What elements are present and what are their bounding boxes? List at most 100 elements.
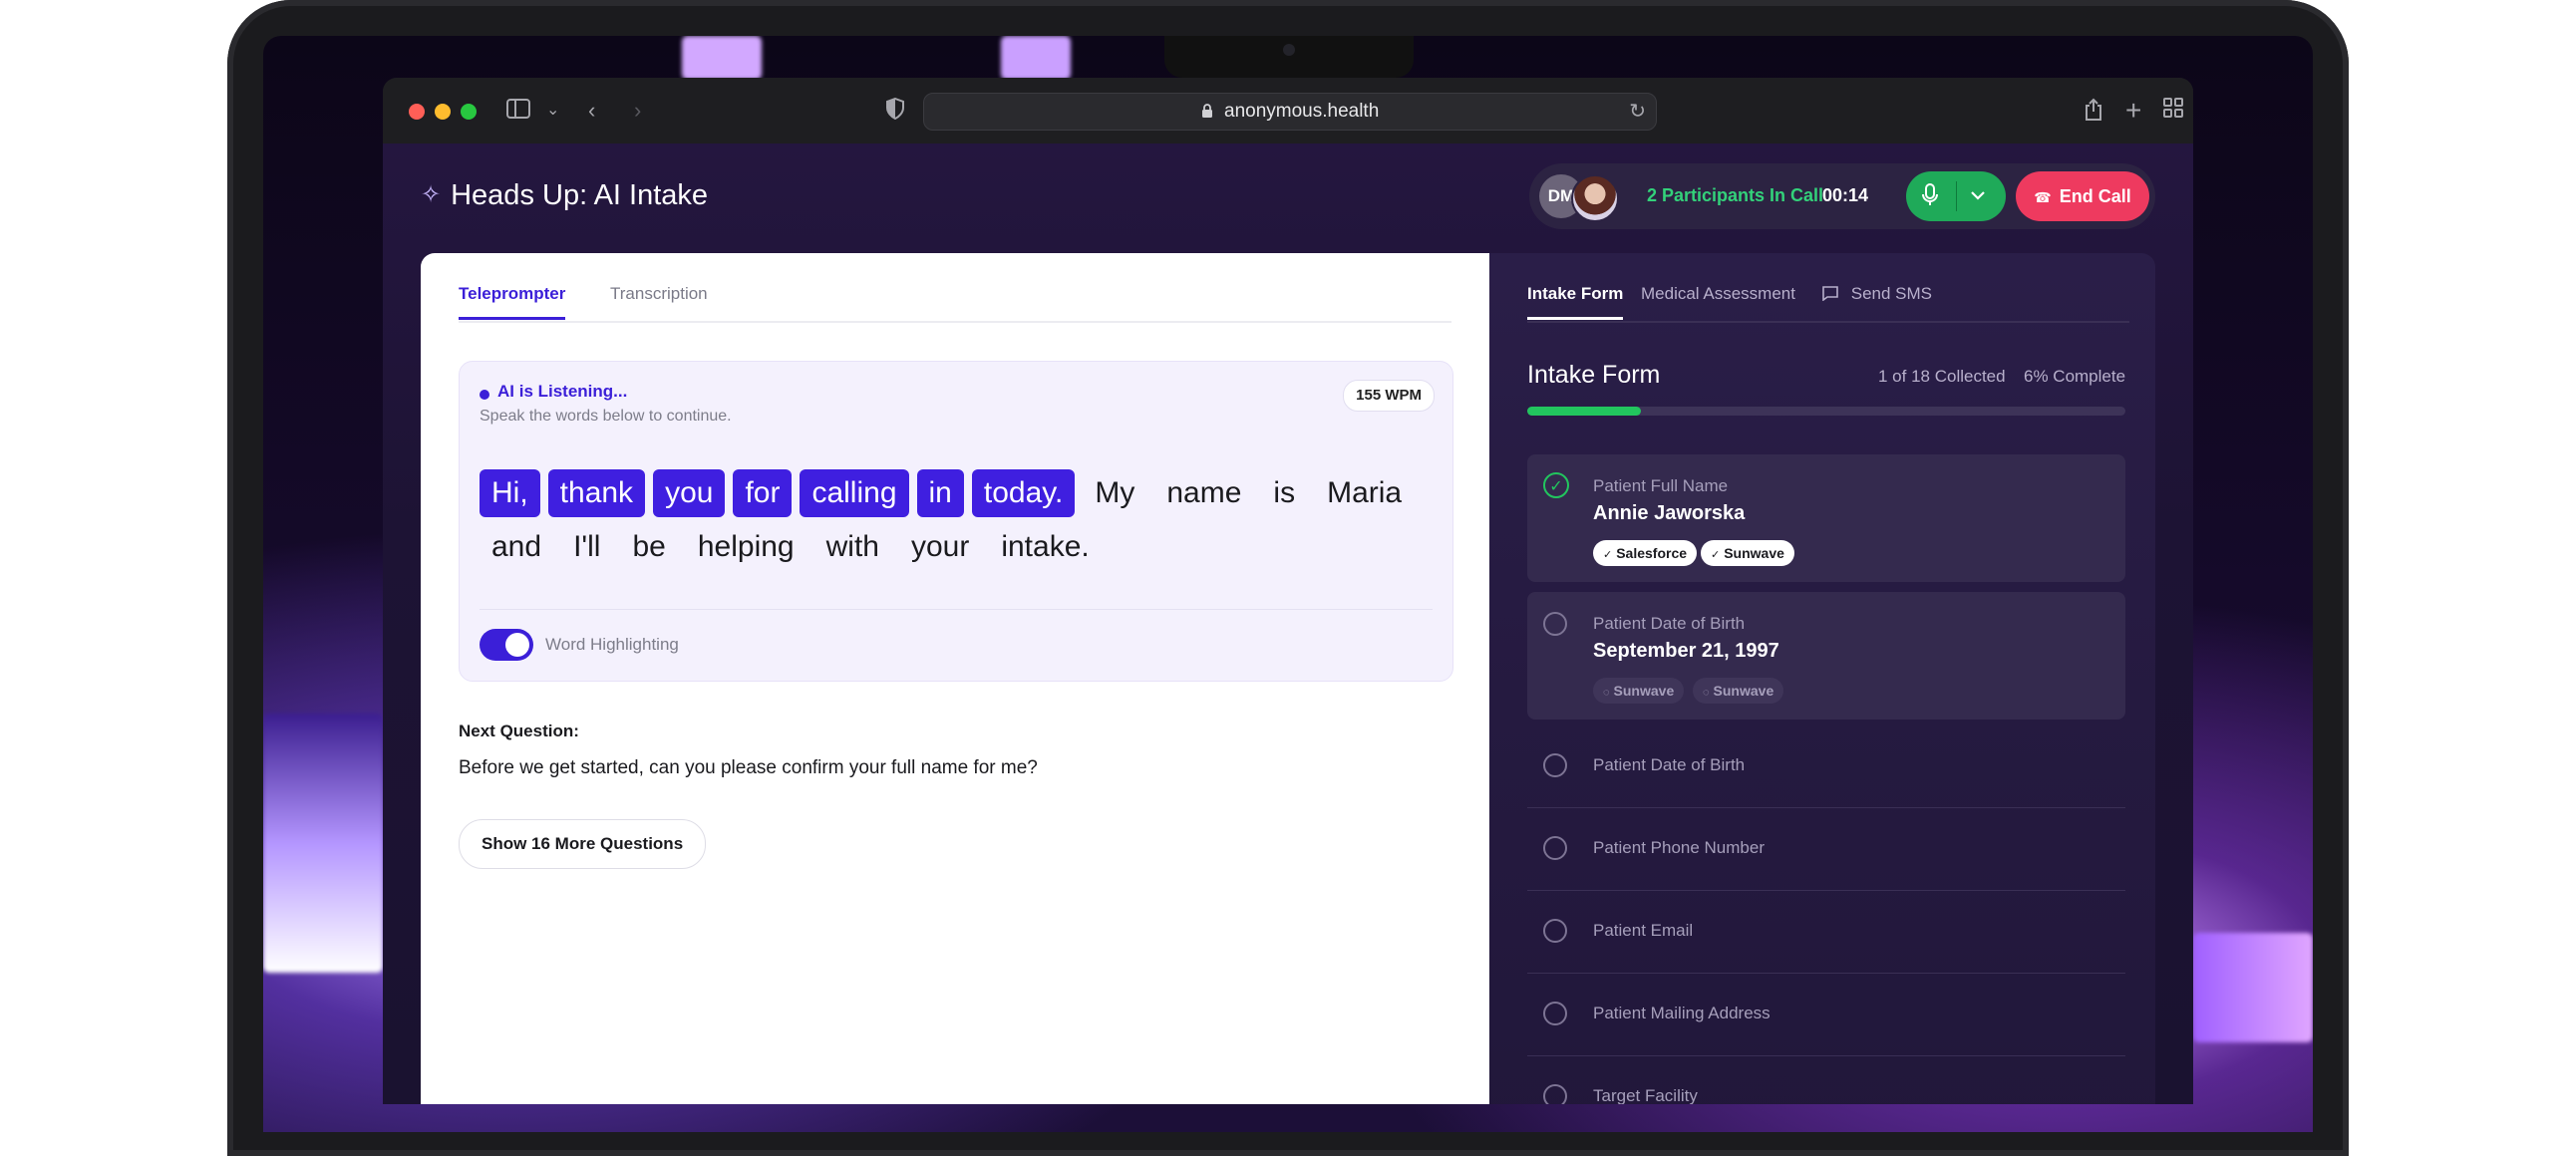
teleprompter-word: your bbox=[910, 530, 970, 563]
teleprompter-word: calling bbox=[800, 469, 909, 517]
chip-label: Sunwave bbox=[1724, 545, 1784, 561]
call-timer: 00:14 bbox=[1822, 185, 1869, 205]
message-icon bbox=[1822, 284, 1851, 303]
field-label: Patient Full Name bbox=[1593, 476, 1729, 495]
minimize-window-button[interactable] bbox=[435, 104, 451, 120]
complete-percent: 6% Complete bbox=[2024, 367, 2126, 386]
chevron-down-icon[interactable] bbox=[1970, 183, 1986, 214]
teleprompter-word: with bbox=[825, 530, 879, 563]
pending-circle-icon bbox=[1543, 836, 1567, 860]
progress-fill bbox=[1527, 407, 1641, 416]
teleprompter-word: thank bbox=[547, 469, 646, 517]
close-window-button[interactable] bbox=[409, 104, 425, 120]
url-text: anonymous.health bbox=[1224, 101, 1380, 122]
left-tabs: Teleprompter Transcription bbox=[459, 279, 1451, 323]
tab-teleprompter[interactable]: Teleprompter bbox=[459, 279, 566, 320]
field-row[interactable]: Patient Phone Number bbox=[1527, 808, 2125, 891]
word-highlighting-toggle[interactable] bbox=[480, 629, 533, 661]
teleprompter-word: for bbox=[733, 469, 793, 517]
end-call-label: End Call bbox=[2059, 186, 2131, 206]
teleprompter-panel: AI is Listening... Speak the words below… bbox=[459, 361, 1453, 682]
teleprompter-word: be bbox=[632, 530, 666, 563]
sidebar-icon[interactable] bbox=[506, 98, 530, 126]
wallpaper-glow bbox=[682, 36, 762, 80]
listening-status: AI is Listening... bbox=[497, 382, 628, 401]
teleprompter-word: I'll bbox=[573, 530, 601, 563]
field-label: Patient Date of Birth bbox=[1593, 755, 1746, 774]
collected-count: 1 of 18 Collected bbox=[1878, 367, 2006, 386]
field-label: Patient Phone Number bbox=[1593, 838, 1765, 857]
pending-circle-icon bbox=[1543, 1084, 1567, 1104]
field-label: Patient Date of Birth bbox=[1593, 614, 1746, 633]
teleprompter-word: Maria bbox=[1327, 476, 1403, 509]
wallpaper-glow bbox=[263, 714, 383, 973]
browser-window: ⌄ ‹ › anonymous.health ↻ + ✧ Heads Up: AI… bbox=[383, 78, 2193, 1104]
browser-toolbar: ⌄ ‹ › anonymous.health ↻ + bbox=[383, 78, 2193, 144]
call-controls: DM 2 Participants In Call 00:14 ☎ End Cal… bbox=[1529, 163, 2155, 229]
maximize-window-button[interactable] bbox=[461, 104, 477, 120]
field-row[interactable]: Patient Date of Birth bbox=[1527, 725, 2125, 808]
chip-label: Salesforce bbox=[1616, 545, 1688, 561]
teleprompter-word: in bbox=[916, 469, 964, 517]
page-title-text: Heads Up: AI Intake bbox=[451, 179, 709, 211]
field-card-date-of-birth[interactable]: Patient Date of Birth September 21, 1997… bbox=[1527, 592, 2125, 720]
tab-intake-form[interactable]: Intake Form bbox=[1527, 279, 1624, 320]
teleprompter-word: name bbox=[1166, 476, 1242, 509]
share-icon[interactable] bbox=[2084, 98, 2103, 128]
field-label: Patient Mailing Address bbox=[1593, 1004, 1771, 1022]
address-bar[interactable]: anonymous.health ↻ bbox=[923, 93, 1657, 131]
teleprompter-word: helping bbox=[697, 530, 795, 563]
field-row[interactable]: Target Facility bbox=[1527, 1056, 2125, 1104]
tab-transcription[interactable]: Transcription bbox=[610, 279, 708, 309]
source-chip: ✓ Salesforce bbox=[1593, 540, 1698, 566]
participants-count: 2 Participants In Call bbox=[1647, 185, 1824, 205]
teleprompter-word: you bbox=[653, 469, 726, 517]
app-container: ✧ Heads Up: AI Intake DM 2 Participants I… bbox=[383, 144, 2193, 1104]
tab-send-sms[interactable]: Send SMS bbox=[1822, 279, 1932, 309]
wpm-badge: 155 WPM bbox=[1343, 380, 1435, 412]
teleprompter-word: Hi, bbox=[480, 469, 540, 517]
source-chip: ✓ Sunwave bbox=[1701, 540, 1794, 566]
wallpaper-glow bbox=[1001, 36, 1071, 80]
pending-circle-icon bbox=[1543, 612, 1567, 636]
reload-icon[interactable]: ↻ bbox=[1629, 94, 1646, 130]
forward-arrow-icon[interactable]: › bbox=[634, 98, 641, 124]
tab-send-sms-label: Send SMS bbox=[1850, 284, 1932, 303]
page-title: ✧ Heads Up: AI Intake bbox=[421, 175, 708, 215]
microphone-button[interactable] bbox=[1906, 171, 2006, 221]
check-icon: ✓ bbox=[1603, 549, 1613, 561]
camera-icon bbox=[1283, 44, 1295, 56]
field-label: Patient Email bbox=[1593, 921, 1694, 940]
field-row[interactable]: Patient Mailing Address bbox=[1527, 974, 2125, 1056]
microphone-icon[interactable] bbox=[1922, 183, 1938, 214]
field-value: Annie Jaworska bbox=[1593, 502, 1746, 524]
pending-circle-icon bbox=[1543, 753, 1567, 777]
phone-hangup-icon: ☎ bbox=[2034, 189, 2052, 205]
loading-icon: ◌ bbox=[1603, 687, 1610, 699]
privacy-shield-icon[interactable] bbox=[885, 97, 905, 126]
show-more-questions-button[interactable]: Show 16 More Questions bbox=[459, 819, 707, 869]
teleprompter-words: Hi, thank you for calling in today. My name is Mar… bbox=[480, 469, 1437, 577]
back-arrow-icon[interactable]: ‹ bbox=[588, 98, 595, 124]
chip-label: Sunwave bbox=[1613, 683, 1675, 699]
tab-overview-icon[interactable] bbox=[2163, 98, 2183, 124]
checkmark-icon: ✓ bbox=[1543, 472, 1569, 498]
tab-medical-assessment[interactable]: Medical Assessment bbox=[1641, 279, 1795, 309]
source-chip: ◌ Sunwave bbox=[1593, 678, 1685, 704]
teleprompter-hint: Speak the words below to continue. bbox=[480, 408, 732, 425]
lock-icon bbox=[1201, 101, 1224, 122]
check-icon: ✓ bbox=[1711, 549, 1721, 561]
camera-notch bbox=[1164, 36, 1414, 78]
field-card-full-name[interactable]: ✓ Patient Full Name Annie Jaworska ✓ Sale… bbox=[1527, 454, 2125, 582]
intake-panel: Intake Form Medical Assessment Send SMS … bbox=[1489, 253, 2155, 1104]
end-call-button[interactable]: ☎ End Call bbox=[2016, 171, 2149, 221]
wallpaper-glow bbox=[2193, 933, 2313, 1042]
chevron-down-icon[interactable]: ⌄ bbox=[546, 98, 559, 124]
sparkle-icon: ✧ bbox=[421, 181, 442, 208]
new-tab-icon[interactable]: + bbox=[2125, 97, 2141, 125]
field-row[interactable]: Patient Email bbox=[1527, 891, 2125, 974]
field-value: September 21, 1997 bbox=[1593, 640, 1779, 662]
divider bbox=[480, 609, 1433, 610]
progress-bar bbox=[1527, 407, 2125, 416]
pending-circle-icon bbox=[1543, 919, 1567, 943]
